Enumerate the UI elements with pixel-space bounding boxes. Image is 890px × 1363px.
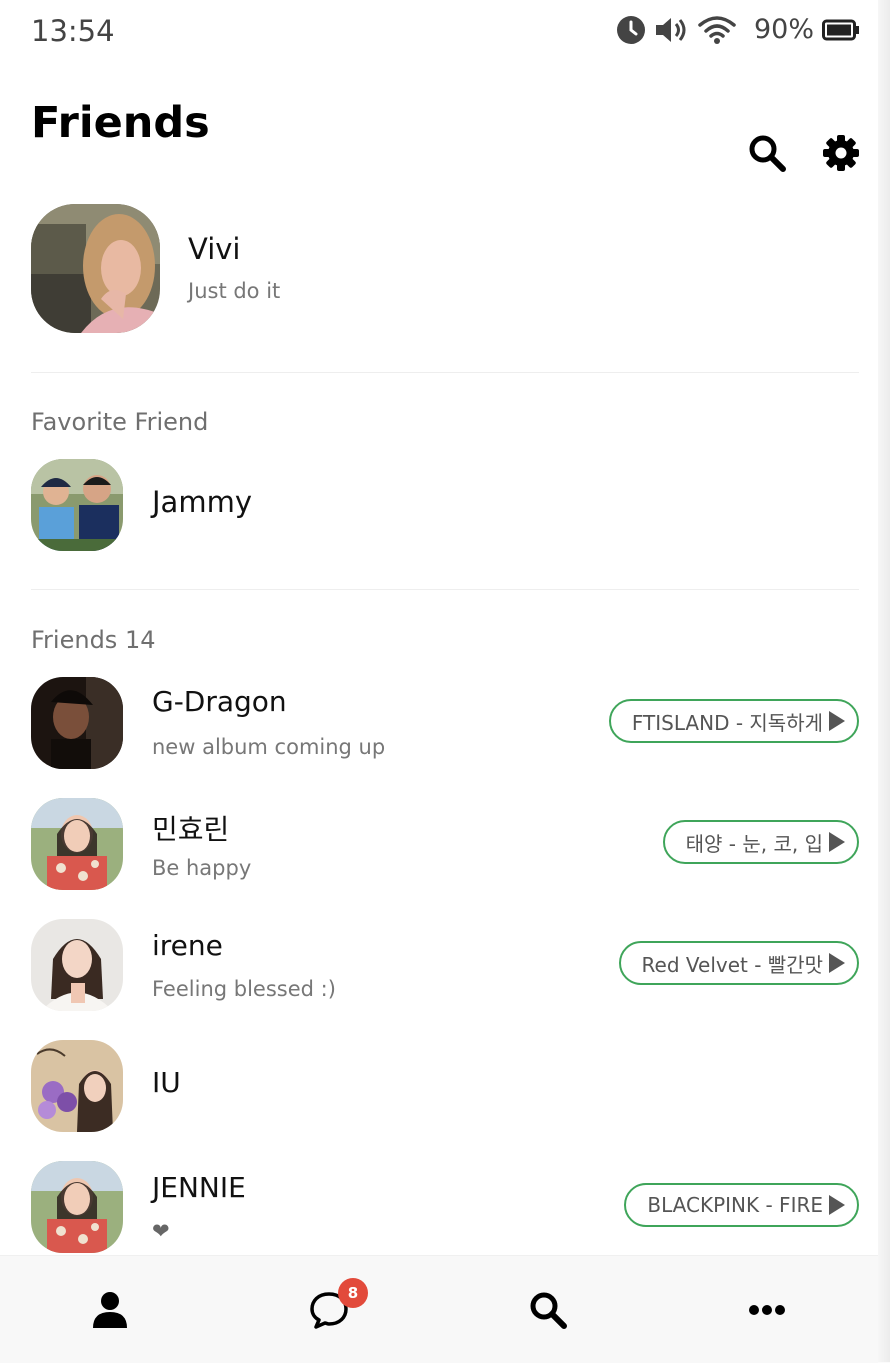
battery-icon — [822, 19, 859, 40]
favorite-name[interactable]: Jammy — [152, 485, 252, 519]
profile-name: Vivi — [188, 232, 241, 266]
tab-bar: 8 — [0, 1255, 878, 1363]
music-button[interactable]: Red Velvet - 빨간맛 — [618, 941, 859, 985]
tab-chats[interactable]: 8 — [219, 1256, 438, 1363]
friend-photo — [31, 677, 123, 769]
profile-avatar[interactable] — [31, 204, 160, 333]
music-button[interactable]: BLACKPINK - FIRE — [624, 1183, 859, 1227]
search-icon — [530, 1292, 567, 1329]
music-label: Red Velvet - 빨간맛 — [641, 952, 823, 977]
play-icon — [829, 711, 845, 731]
music-label: BLACKPINK - FIRE — [647, 1193, 823, 1217]
tab-more[interactable] — [657, 1256, 876, 1363]
play-icon — [829, 1195, 845, 1215]
friend-row[interactable]: IU — [0, 1040, 878, 1132]
chat-badge: 8 — [338, 1278, 368, 1308]
tab-friends[interactable] — [0, 1256, 219, 1363]
friend-row[interactable]: JENNIE ❤ BLACKPINK - FIRE — [0, 1161, 878, 1253]
friend-status-message: ❤ — [152, 1219, 170, 1243]
friend-name: 민효린 — [152, 813, 230, 846]
divider — [31, 589, 859, 590]
friends-label: Friends 14 — [31, 626, 156, 654]
wifi-icon — [698, 15, 736, 44]
friend-photo — [31, 798, 123, 890]
favorites-label: Favorite Friend — [31, 408, 209, 436]
favorite-avatar-jammy[interactable] — [31, 459, 123, 551]
favorite-photo — [31, 459, 123, 551]
header-search-button[interactable] — [746, 132, 788, 174]
profile-photo — [31, 204, 160, 333]
music-label: 태양 - 눈, 코, 입 — [685, 831, 823, 856]
music-button[interactable]: FTISLAND - 지독하게 — [608, 699, 859, 743]
screen-edge — [878, 0, 890, 1362]
music-label: FTISLAND - 지독하게 — [631, 710, 823, 735]
friend-status-message: Be happy — [152, 856, 252, 880]
gear-icon — [823, 135, 859, 171]
volume-icon — [655, 17, 686, 42]
profile-status: Just do it — [188, 279, 281, 303]
more-icon — [748, 1304, 785, 1315]
divider — [31, 372, 859, 373]
music-button[interactable]: 태양 - 눈, 코, 입 — [662, 820, 859, 864]
friend-name: JENNIE — [152, 1171, 246, 1204]
status-time: 13:54 — [31, 14, 115, 48]
page-title: Friends — [31, 98, 210, 148]
friend-name: irene — [152, 929, 223, 962]
friend-status-message: Feeling blessed :) — [152, 977, 336, 1001]
header-settings-button[interactable] — [820, 132, 862, 174]
friend-name: G-Dragon — [152, 685, 287, 718]
friend-row[interactable]: 민효린 Be happy 태양 - 눈, 코, 입 — [0, 798, 878, 890]
friend-row[interactable]: G-Dragon new album coming up FTISLAND - … — [0, 677, 878, 769]
friend-avatar[interactable] — [31, 677, 123, 769]
friend-name: IU — [152, 1066, 181, 1099]
status-bar: 13:54 90% — [0, 0, 878, 64]
tab-search[interactable] — [438, 1256, 657, 1363]
friend-avatar[interactable] — [31, 919, 123, 1011]
play-icon — [829, 953, 845, 973]
friend-photo — [31, 919, 123, 1011]
friends-screen: 13:54 90% Friends Vivi Just do it Favori… — [0, 0, 878, 1363]
friend-photo — [31, 1161, 123, 1253]
play-icon — [829, 832, 845, 852]
search-icon — [749, 135, 786, 172]
friend-photo — [31, 1040, 123, 1132]
friend-avatar[interactable] — [31, 1161, 123, 1253]
friend-avatar[interactable] — [31, 798, 123, 890]
friend-status-message: new album coming up — [152, 735, 386, 759]
alarm-icon — [616, 15, 645, 44]
friend-avatar[interactable] — [31, 1040, 123, 1132]
friend-row[interactable]: irene Feeling blessed :) Red Velvet - 빨간… — [0, 919, 878, 1011]
person-icon — [92, 1291, 127, 1328]
battery-percent: 90% — [753, 14, 814, 45]
status-icons: 90% — [616, 14, 860, 45]
